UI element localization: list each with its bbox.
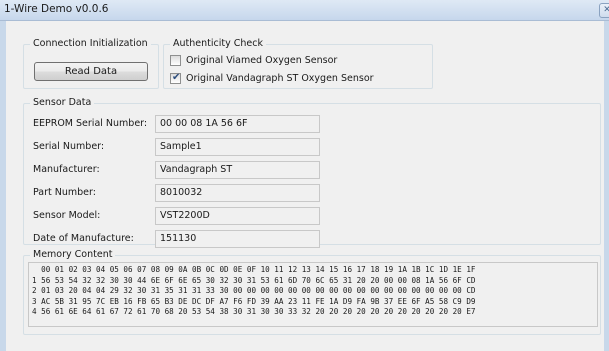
- memory-header-row: 00 01 02 03 04 05 06 07 08 09 0A 0B 0C 0…: [32, 265, 476, 274]
- date-of-manufacture-label: Date of Manufacture:: [33, 233, 134, 244]
- authenticity-group-label: Authenticity Check: [170, 38, 266, 49]
- manufacturer-field[interactable]: Vandagraph ST: [155, 161, 320, 179]
- memory-row: 3 AC 5B 31 95 7C EB 16 FB 65 B3 DE DC DF…: [32, 296, 476, 306]
- checkmark-icon: ✔: [172, 72, 181, 83]
- window-frame-right: [604, 21, 609, 351]
- window-title: 1-Wire Demo v0.0.6: [4, 3, 109, 15]
- sensor-model-label: Sensor Model:: [33, 210, 101, 221]
- sensor-data-group-label: Sensor Data: [30, 97, 95, 108]
- app-window: 1-Wire Demo v0.0.6 ✕ Connection Initiali…: [0, 0, 609, 351]
- title-bar[interactable]: 1-Wire Demo v0.0.6 ✕: [0, 0, 609, 21]
- vandagraph-checkbox[interactable]: ✔: [170, 72, 181, 84]
- vandagraph-checkbox-label: Original Vandagraph ST Oxygen Sensor: [186, 73, 374, 84]
- serial-number-field[interactable]: Sample1: [155, 138, 320, 156]
- viamed-checkbox[interactable]: [170, 55, 181, 66]
- read-data-button[interactable]: Read Data: [34, 62, 148, 81]
- viamed-checkbox-label: Original Viamed Oxygen Sensor: [186, 55, 338, 66]
- connection-group-label: Connection Initialization: [30, 38, 151, 49]
- serial-number-label: Serial Number:: [33, 141, 105, 152]
- checkbox-row-viamed[interactable]: Original Viamed Oxygen Sensor: [170, 55, 337, 66]
- memory-row: 2 01 03 20 04 04 29 32 30 31 35 31 31 33…: [32, 286, 476, 295]
- part-number-label: Part Number:: [33, 187, 96, 198]
- part-number-field[interactable]: 8010032: [155, 184, 320, 202]
- eeprom-serial-field[interactable]: 00 00 08 1A 56 6F: [155, 115, 320, 133]
- close-icon[interactable]: ✕: [599, 3, 609, 18]
- manufacturer-label: Manufacturer:: [33, 164, 100, 175]
- memory-row: 4 56 61 6E 64 61 67 72 61 70 68 20 53 54…: [32, 307, 476, 316]
- sensor-model-field[interactable]: VST2200D: [155, 207, 320, 225]
- memory-content-textbox[interactable]: 00 01 02 03 04 05 06 07 08 09 0A 0B 0C 0…: [28, 262, 598, 327]
- checkbox-row-vandagraph[interactable]: ✔ Original Vandagraph ST Oxygen Sensor: [170, 72, 374, 84]
- eeprom-serial-label: EEPROM Serial Number:: [33, 118, 148, 129]
- memory-row: 1 56 53 54 32 32 30 30 44 6E 6F 6E 65 30…: [32, 275, 476, 285]
- date-of-manufacture-field[interactable]: 151130: [155, 230, 320, 248]
- window-frame-left: [0, 21, 6, 351]
- memory-content-group-label: Memory Content: [30, 249, 116, 260]
